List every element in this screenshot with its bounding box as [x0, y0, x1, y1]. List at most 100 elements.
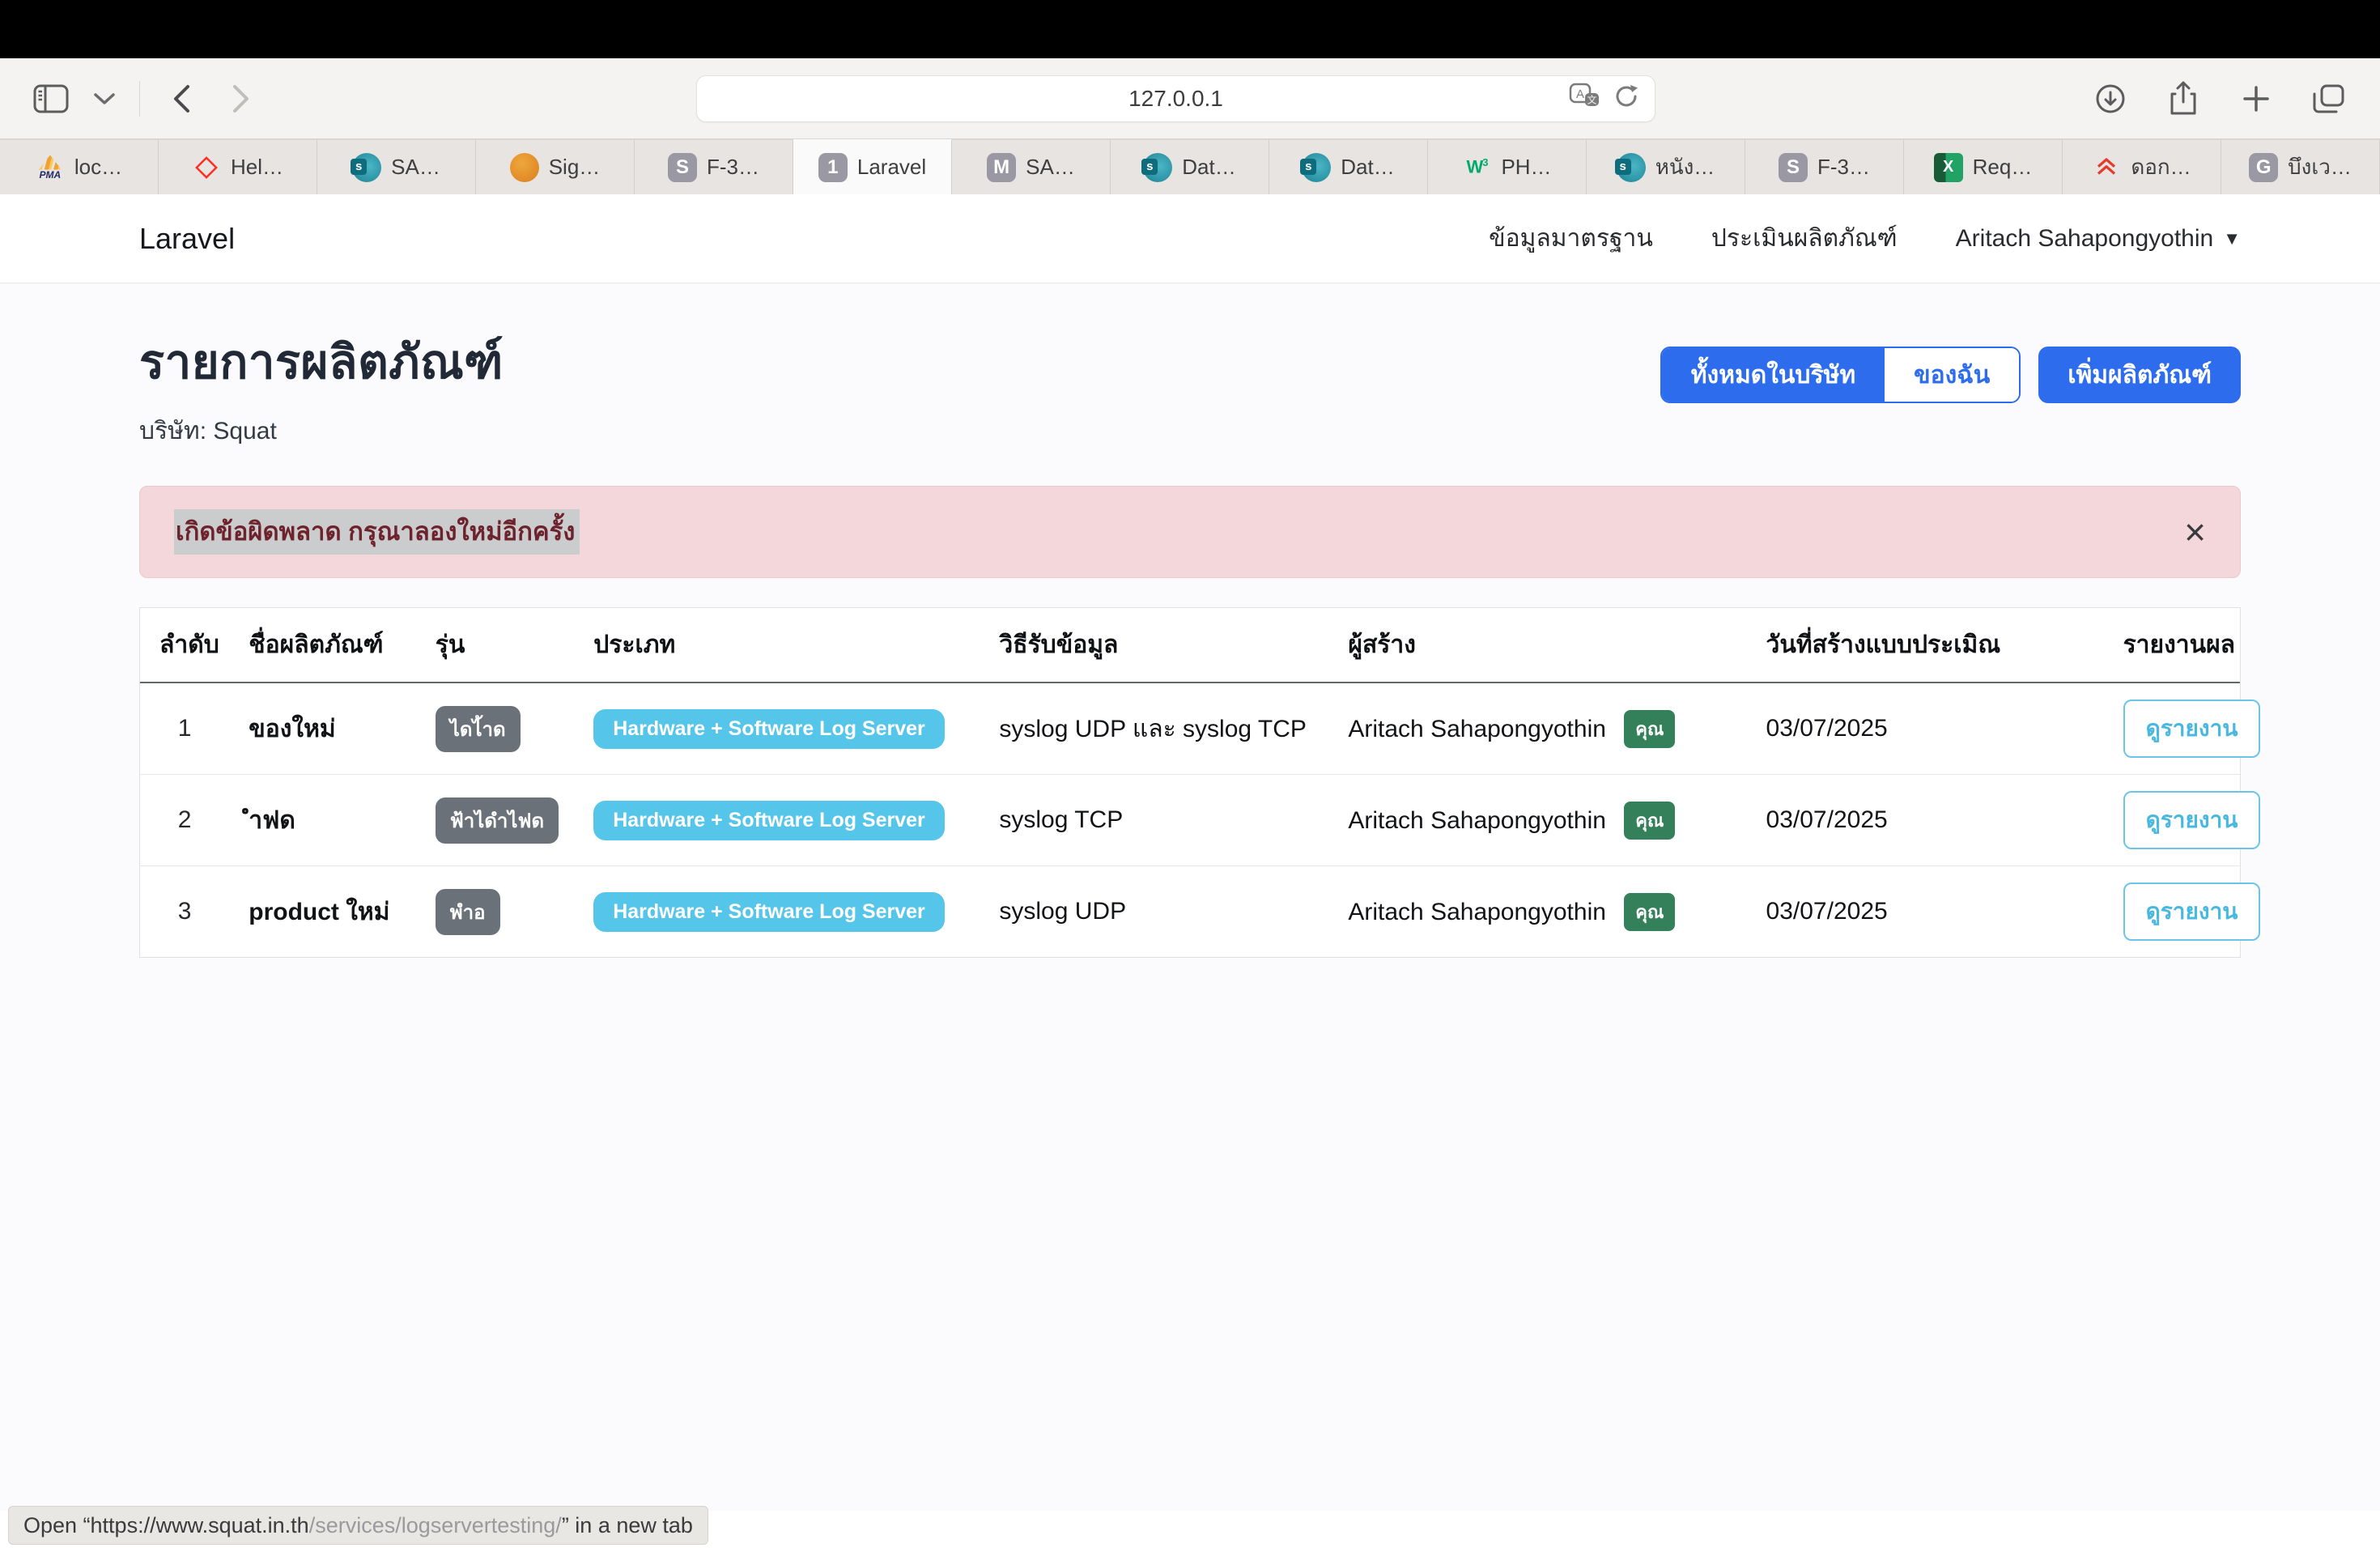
- row-number: 1: [140, 683, 229, 775]
- creator-name: Aritach Sahapongyothin: [1348, 899, 1606, 925]
- browser-tab[interactable]: s หนัง…: [1587, 139, 1745, 194]
- status-suffix: ” in a new tab: [562, 1513, 693, 1538]
- user-name: Aritach Sahapongyothin: [1956, 225, 2214, 253]
- browser-tab[interactable]: M SA…: [952, 139, 1111, 194]
- tab-title: ดอก…: [2131, 151, 2191, 184]
- created-date: 03/07/2025: [1747, 775, 2104, 866]
- data-method: syslog TCP: [980, 775, 1328, 866]
- toolbar-divider: [139, 81, 140, 117]
- tab-title: บึงเว…: [2288, 151, 2352, 184]
- model-badge: ฟ้าไดำไฟด: [436, 797, 559, 844]
- browser-tab[interactable]: X Req…: [1904, 139, 2063, 194]
- chevron-down-icon: ▼: [2223, 228, 2241, 249]
- tab-overview-icon[interactable]: [2310, 80, 2348, 117]
- nav-link-standard-data[interactable]: ข้อมูลมาตรฐาน: [1489, 219, 1653, 257]
- header-model: รุ่น: [416, 608, 574, 683]
- url-text[interactable]: 127.0.0.1: [1128, 86, 1223, 112]
- browser-tab[interactable]: s SA…: [317, 139, 476, 194]
- tab-favicon: [192, 153, 221, 182]
- header-creator: ผู้สร้าง: [1328, 608, 1746, 683]
- tab-title: Sig…: [549, 155, 601, 180]
- browser-tab[interactable]: S F-3…: [1745, 139, 1904, 194]
- browser-tab[interactable]: s Dat…: [1111, 139, 1269, 194]
- type-badge: Hardware + Software Log Server: [593, 709, 945, 749]
- browser-tab[interactable]: S F-3…: [635, 139, 793, 194]
- browser-tab[interactable]: W3 PH…: [1428, 139, 1587, 194]
- tab-favicon: [2092, 153, 2121, 182]
- tab-title: Dat…: [1341, 155, 1394, 180]
- view-report-button[interactable]: ดูรายงาน: [2123, 791, 2261, 849]
- header-product-name: ชื่อผลิตภัณฑ์: [229, 608, 416, 683]
- nav-link-evaluate-product[interactable]: ประเมินผลิตภัณฑ์: [1711, 219, 1898, 257]
- tab-favicon: M: [987, 153, 1016, 182]
- view-report-button[interactable]: ดูรายงาน: [2123, 700, 2261, 758]
- browser-tab[interactable]: Sig…: [476, 139, 635, 194]
- table-row: 3 product ใหม่ พำอ Hardware + Software L…: [140, 866, 2240, 958]
- add-product-button[interactable]: เพิ่มผลิตภัณฑ์: [2038, 347, 2241, 403]
- link-status-bar: Open “https://www.squat.in.th/services/l…: [8, 1506, 708, 1545]
- back-button[interactable]: [163, 80, 200, 117]
- header-created-date: วันที่สร้างแบบประเมิณ: [1747, 608, 2104, 683]
- header-data-method: วิธีรับข้อมูล: [980, 608, 1328, 683]
- products-table-card: ลำดับ ชื่อผลิตภัณฑ์ รุ่น ประเภท วิธีรับข…: [139, 607, 2241, 958]
- reload-icon[interactable]: [1613, 83, 1640, 114]
- downloads-icon[interactable]: [2092, 80, 2129, 117]
- company-label: บริษัท: Squat: [139, 412, 504, 450]
- sidebar-chevron-down-icon[interactable]: [92, 80, 117, 117]
- tab-title: Laravel: [857, 155, 926, 180]
- tab-favicon: X: [1934, 153, 1963, 182]
- svg-text:A: A: [1576, 87, 1584, 101]
- mine-button[interactable]: ของฉัน: [1885, 348, 2019, 402]
- browser-tab[interactable]: 1 Laravel: [793, 139, 952, 194]
- tab-title: Dat…: [1182, 155, 1235, 180]
- new-tab-icon[interactable]: [2238, 80, 2275, 117]
- browser-tab[interactable]: ดอก…: [2063, 139, 2221, 194]
- products-table: ลำดับ ชื่อผลิตภัณฑ์ รุ่น ประเภท วิธีรับข…: [140, 608, 2240, 957]
- header-report: รายงานผล: [2104, 608, 2240, 683]
- tab-favicon: s: [352, 153, 381, 182]
- error-alert: เกิดข้อผิดพลาด กรุณาลองใหม่อีกครั้ง ×: [139, 486, 2241, 578]
- type-badge: Hardware + Software Log Server: [593, 892, 945, 932]
- tab-title: SA…: [1026, 155, 1075, 180]
- tab-favicon: s: [1143, 153, 1172, 182]
- product-name: ของใหม่: [229, 683, 416, 775]
- user-menu[interactable]: Aritach Sahapongyothin ▼: [1956, 225, 2241, 253]
- creator-name: Aritach Sahapongyothin: [1348, 807, 1606, 834]
- share-icon[interactable]: [2165, 80, 2202, 117]
- tab-title: SA…: [391, 155, 440, 180]
- tab-title: PH…: [1501, 155, 1551, 180]
- close-icon[interactable]: ×: [2184, 513, 2206, 551]
- browser-toolbar: 127.0.0.1 A文: [0, 58, 2380, 139]
- app-navbar: Laravel ข้อมูลมาตรฐาน ประเมินผลิตภัณฑ์ A…: [0, 194, 2380, 283]
- status-prefix: Open “https://www.squat.in.th: [23, 1513, 309, 1538]
- model-badge: ไดไ้าด: [436, 706, 521, 752]
- brand-logo[interactable]: Laravel: [139, 222, 235, 256]
- tab-title: F-3…: [707, 155, 759, 180]
- tab-favicon: S: [668, 153, 697, 182]
- tab-strip: PMA loc… Hel… s SA… Sig… S F-3… 1 Larave…: [0, 139, 2380, 194]
- view-report-button[interactable]: ดูรายงาน: [2123, 882, 2261, 941]
- tab-favicon: PMA: [36, 153, 65, 182]
- address-bar[interactable]: 127.0.0.1 A文: [696, 75, 1655, 122]
- row-number: 3: [140, 866, 229, 958]
- table-row: 1 ของใหม่ ไดไ้าด Hardware + Software Log…: [140, 683, 2240, 775]
- row-number: 2: [140, 775, 229, 866]
- tab-favicon: 1: [818, 153, 848, 182]
- error-message: เกิดข้อผิดพลาด กรุณาลองใหม่อีกครั้ง: [174, 509, 580, 555]
- product-name: product ใหม่: [229, 866, 416, 958]
- created-date: 03/07/2025: [1747, 683, 2104, 775]
- tab-favicon: s: [1617, 153, 1646, 182]
- sidebar-toggle-icon[interactable]: [32, 80, 70, 117]
- table-row: 2 ำฟด ฟ้าไดำไฟด Hardware + Software Log …: [140, 775, 2240, 866]
- browser-tab[interactable]: PMA loc…: [0, 139, 159, 194]
- all-company-button[interactable]: ทั้งหมดในบริษัท: [1662, 348, 1885, 402]
- tab-favicon: [510, 153, 539, 182]
- browser-tab[interactable]: Hel…: [159, 139, 317, 194]
- translate-icon[interactable]: A文: [1569, 83, 1601, 114]
- header-index: ลำดับ: [140, 608, 229, 683]
- tab-favicon: S: [1779, 153, 1808, 182]
- forward-button[interactable]: [223, 80, 260, 117]
- browser-tab[interactable]: s Dat…: [1269, 139, 1428, 194]
- tab-title: F-3…: [1817, 155, 1870, 180]
- browser-tab[interactable]: G บึงเว…: [2221, 139, 2380, 194]
